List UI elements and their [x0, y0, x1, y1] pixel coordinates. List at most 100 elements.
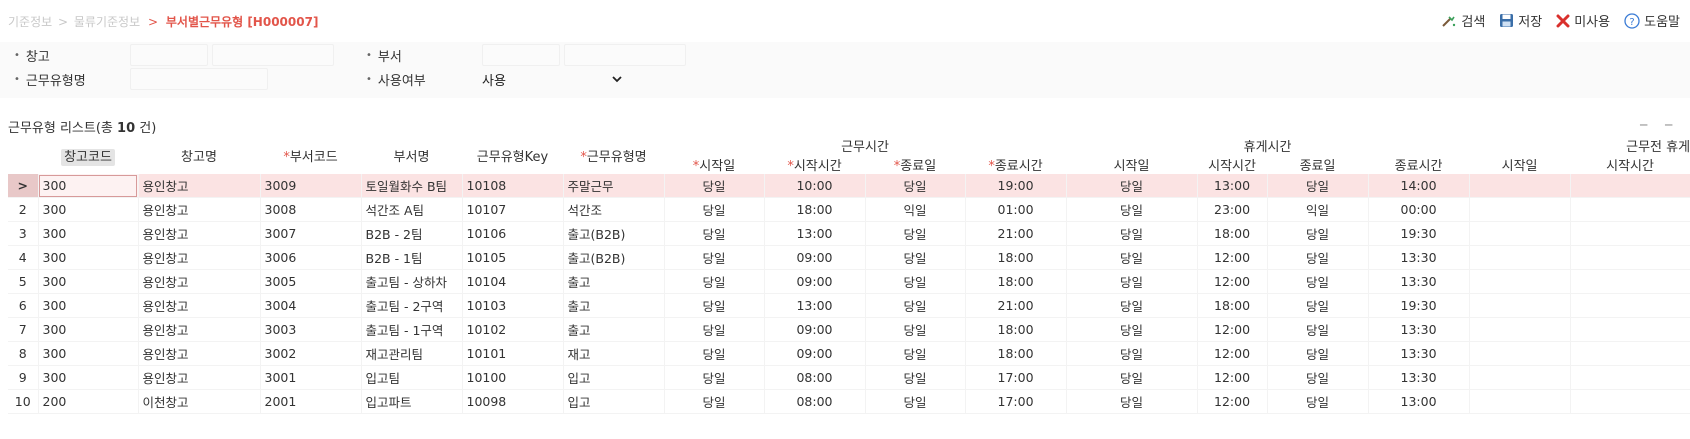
cell-warehouse-name[interactable]: 용인창고	[138, 341, 261, 366]
cell-worktype-key[interactable]: 10108	[462, 174, 564, 198]
disable-button[interactable]: 미사용	[1556, 11, 1610, 30]
table-row[interactable]: 6 300 용인창고 3004 출고팀 - 2구역 10103 출고 당일 13:00 당일 21:…	[8, 293, 1690, 318]
table-row[interactable]: >300 용인창고 3009 토일월화수 B팀 10108 주말근무 당일 10:00 당일 19…	[8, 174, 1690, 198]
cell-work-start-day[interactable]: 당일	[664, 197, 765, 222]
cell-worktype-key[interactable]: 10101	[462, 341, 564, 366]
cell-pre-start-day[interactable]	[1469, 197, 1571, 222]
cell-dept-name[interactable]: 출고팀 - 1구역	[361, 317, 463, 342]
column-header-worktype-key[interactable]: 근무유형Key	[462, 136, 563, 174]
cell-work-end-time[interactable]: 21:00	[965, 221, 1067, 246]
cell-break-start-day[interactable]: 당일	[1066, 365, 1198, 390]
cell-warehouse-code[interactable]: 300	[38, 245, 139, 270]
help-button[interactable]: ? 도움말	[1624, 11, 1680, 30]
column-header-warehouse-code[interactable]: 창고코드	[38, 136, 138, 174]
column-header-work-end-time[interactable]: *종료시간	[965, 155, 1067, 174]
column-header-break-end-time[interactable]: 종료시간	[1368, 155, 1470, 174]
cell-break-end-day[interactable]: 당일	[1267, 317, 1369, 342]
cell-pre-start-time[interactable]	[1570, 197, 1690, 222]
row-number-cell[interactable]: 4	[8, 245, 39, 270]
cell-dept-code[interactable]: 3002	[260, 341, 362, 366]
cell-worktype-key[interactable]: 10107	[462, 197, 564, 222]
cell-break-start-day[interactable]: 당일	[1066, 197, 1198, 222]
cell-dept-code[interactable]: 3009	[260, 174, 362, 198]
cell-break-end-day[interactable]: 당일	[1267, 341, 1369, 366]
cell-break-end-day[interactable]: 당일	[1267, 293, 1369, 318]
cell-work-end-day[interactable]: 익일	[865, 197, 966, 222]
cell-work-end-day[interactable]: 당일	[865, 245, 966, 270]
cell-work-end-day[interactable]: 당일	[865, 269, 966, 294]
cell-break-end-time[interactable]: 13:30	[1368, 365, 1470, 390]
table-row[interactable]: 10 200 이천창고 2001 입고파트 10098 입고 당일 08:00 당일 17:00 당일…	[8, 389, 1690, 414]
cell-break-end-time[interactable]: 19:30	[1368, 221, 1470, 246]
cell-work-start-day[interactable]: 당일	[664, 221, 765, 246]
row-number-cell[interactable]: 2	[8, 197, 39, 222]
cell-work-end-time[interactable]: 21:00	[965, 293, 1067, 318]
row-number-cell[interactable]: 10	[8, 389, 39, 414]
cell-dept-name[interactable]: 출고팀 - 상하차	[361, 269, 463, 294]
cell-dept-name[interactable]: 토일월화수 B팀	[361, 174, 463, 198]
cell-work-end-day[interactable]: 당일	[865, 293, 966, 318]
table-row[interactable]: 4 300 용인창고 3006 B2B - 1팀 10105 출고(B2B) 당일 09:00 당…	[8, 245, 1690, 270]
cell-pre-start-time[interactable]	[1570, 365, 1690, 390]
cell-dept-name[interactable]: 석간조 A팀	[361, 197, 463, 222]
cell-work-end-day[interactable]: 당일	[865, 341, 966, 366]
column-header-break-start-time[interactable]: 시작시간	[1197, 155, 1268, 174]
column-header-pre-start-time[interactable]: 시작시간	[1570, 155, 1690, 174]
cell-warehouse-name[interactable]: 용인창고	[138, 365, 261, 390]
cell-work-end-day[interactable]: 당일	[865, 365, 966, 390]
row-number-cell[interactable]: 5	[8, 269, 39, 294]
cell-break-end-day[interactable]: 당일	[1267, 269, 1369, 294]
cell-break-end-day[interactable]: 당일	[1267, 245, 1369, 270]
cell-work-end-time[interactable]: 17:00	[965, 365, 1067, 390]
cell-pre-start-day[interactable]	[1469, 269, 1571, 294]
cell-warehouse-code[interactable]: 300	[38, 174, 139, 198]
cell-pre-start-day[interactable]	[1469, 293, 1571, 318]
cell-break-end-day[interactable]: 당일	[1267, 174, 1369, 198]
cell-break-start-time[interactable]: 12:00	[1197, 365, 1268, 390]
row-number-cell[interactable]: >	[8, 174, 39, 198]
cell-break-end-day[interactable]: 당일	[1267, 221, 1369, 246]
cell-break-end-time[interactable]: 19:30	[1368, 293, 1470, 318]
cell-break-start-time[interactable]: 12:00	[1197, 389, 1268, 414]
cell-work-end-time[interactable]: 19:00	[965, 174, 1067, 198]
column-header-dept-code[interactable]: *부서코드	[260, 136, 361, 174]
cell-worktype-name[interactable]: 석간조	[563, 197, 665, 222]
cell-work-end-time[interactable]: 01:00	[965, 197, 1067, 222]
cell-warehouse-name[interactable]: 이천창고	[138, 389, 261, 414]
cell-pre-start-time[interactable]	[1570, 293, 1690, 318]
cell-worktype-name[interactable]: 출고	[563, 317, 665, 342]
cell-worktype-name[interactable]: 입고	[563, 389, 665, 414]
column-header-warehouse-name[interactable]: 창고명	[138, 136, 260, 174]
cell-break-start-day[interactable]: 당일	[1066, 245, 1198, 270]
cell-break-end-time[interactable]: 13:30	[1368, 341, 1470, 366]
cell-work-end-day[interactable]: 당일	[865, 174, 966, 198]
cell-pre-start-time[interactable]	[1570, 269, 1690, 294]
cell-work-start-day[interactable]: 당일	[664, 317, 765, 342]
column-header-work-start-day[interactable]: *시작일	[664, 155, 764, 174]
save-button[interactable]: 저장	[1499, 11, 1542, 30]
cell-break-start-day[interactable]: 당일	[1066, 317, 1198, 342]
cell-work-start-day[interactable]: 당일	[664, 365, 765, 390]
cell-break-start-time[interactable]: 12:00	[1197, 317, 1268, 342]
cell-dept-code[interactable]: 3007	[260, 221, 362, 246]
cell-break-start-day[interactable]: 당일	[1066, 293, 1198, 318]
cell-pre-start-time[interactable]	[1570, 174, 1690, 198]
cell-dept-code[interactable]: 3004	[260, 293, 362, 318]
warehouse-name-input[interactable]	[212, 44, 334, 66]
column-header-break-start-day[interactable]: 시작일	[1066, 155, 1198, 174]
cell-worktype-name[interactable]: 주말근무	[563, 174, 665, 198]
cell-pre-start-time[interactable]	[1570, 245, 1690, 270]
cell-worktype-name[interactable]: 입고	[563, 365, 665, 390]
cell-warehouse-code[interactable]: 300	[38, 365, 139, 390]
cell-work-end-time[interactable]: 17:00	[965, 389, 1067, 414]
cell-pre-start-day[interactable]	[1469, 317, 1571, 342]
cell-break-end-time[interactable]: 13:00	[1368, 389, 1470, 414]
cell-worktype-key[interactable]: 10106	[462, 221, 564, 246]
cell-work-start-day[interactable]: 당일	[664, 174, 765, 198]
cell-break-start-time[interactable]: 12:00	[1197, 245, 1268, 270]
cell-pre-start-day[interactable]	[1469, 341, 1571, 366]
cell-warehouse-name[interactable]: 용인창고	[138, 269, 261, 294]
table-row[interactable]: 8 300 용인창고 3002 재고관리팀 10101 재고 당일 09:00 당일 18:00 당일…	[8, 341, 1690, 366]
cell-work-end-time[interactable]: 18:00	[965, 245, 1067, 270]
cell-warehouse-name[interactable]: 용인창고	[138, 245, 261, 270]
